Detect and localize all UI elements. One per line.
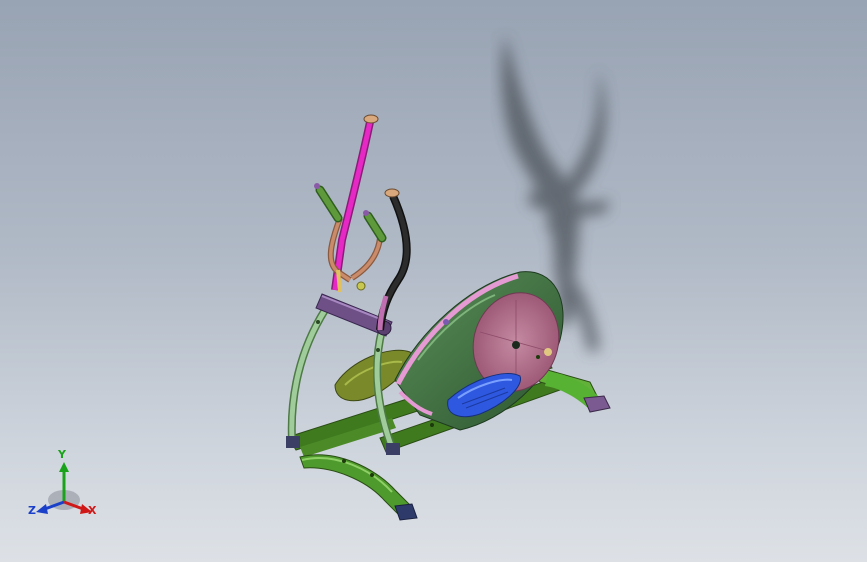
triad-z-label: Z [28, 504, 36, 517]
triad-y-label: Y [58, 448, 66, 461]
graphics-viewport[interactable]: Y X Z [0, 0, 867, 562]
coordinate-triad: Y X Z [22, 448, 106, 528]
elliptical-trainer-model[interactable] [0, 0, 867, 562]
right-handle-bar[interactable] [376, 188, 411, 331]
front-stabilizer[interactable] [299, 454, 418, 521]
rear-end-cap [583, 395, 611, 413]
left-handle-end-cap [363, 114, 379, 124]
right-handle-end-cap [384, 188, 400, 198]
triad-x-label: X [88, 504, 97, 517]
